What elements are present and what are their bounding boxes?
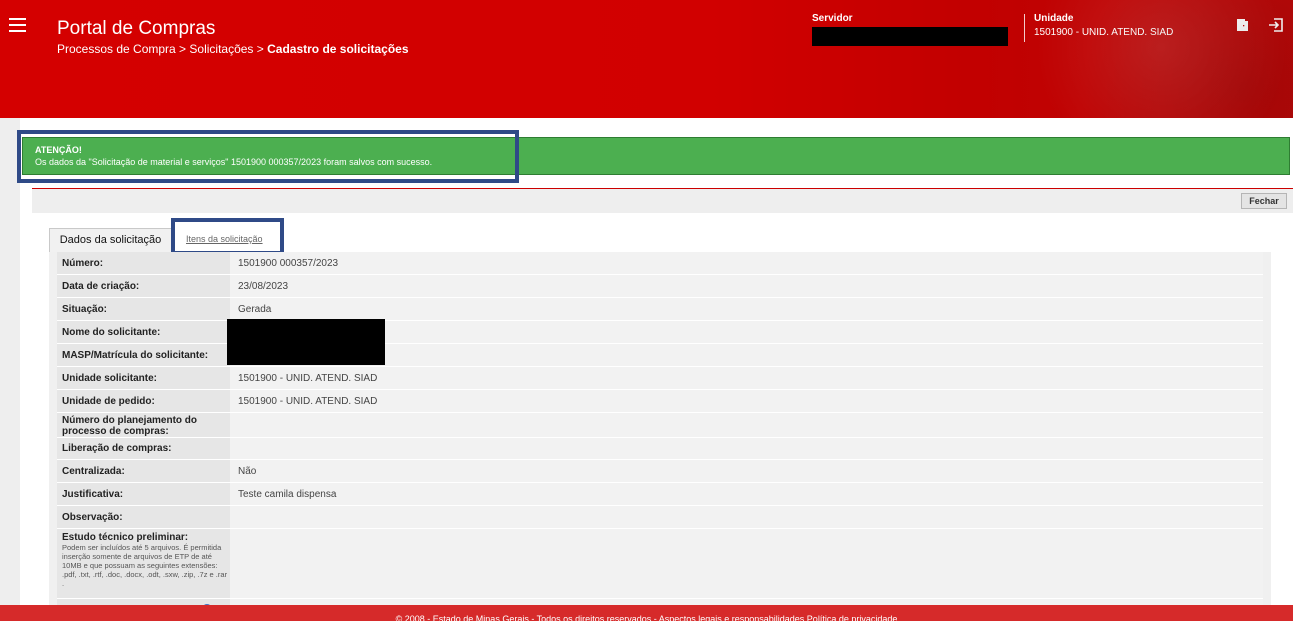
etp-label: Estudo técnico preliminar: [62, 532, 189, 543]
field-value: Não [230, 460, 1263, 482]
logout-icon[interactable] [1268, 18, 1284, 32]
etp-help-text: Podem ser incluídos até 5 arquivos. É pe… [62, 543, 228, 588]
app-title[interactable]: Portal de Compras [57, 18, 215, 40]
tab-dados-solicitacao[interactable]: Dados da solicitação [49, 228, 172, 252]
form-row-observacao: Observação: [57, 506, 1263, 529]
field-value: 1501900 - UNID. ATEND. SIAD [230, 367, 1263, 389]
left-border-strip [0, 118, 20, 605]
field-label: Data de criação: [57, 275, 230, 297]
header-divider [1024, 14, 1025, 42]
field-value: 1501900 - UNID. ATEND. SIAD [230, 390, 1263, 412]
field-label: Nome do solicitante: [57, 321, 230, 343]
field-value: Teste camila dispensa [230, 483, 1263, 505]
field-label: Liberação de compras: [57, 438, 230, 459]
field-value [230, 438, 1263, 459]
door-icon[interactable] [1235, 18, 1249, 32]
field-label: Número do planejamento do processo de co… [57, 413, 230, 437]
unidade-label: Unidade [1034, 13, 1074, 24]
close-button[interactable]: Fechar [1241, 193, 1287, 209]
tab-highlight-box [171, 218, 284, 255]
field-label: Justificativa: [57, 483, 230, 505]
field-label: Unidade solicitante: [57, 367, 230, 389]
field-label-etp: Estudo técnico preliminar: Podem ser inc… [57, 529, 230, 598]
field-label: Número: [57, 252, 230, 274]
field-value [230, 413, 1263, 437]
breadcrumb-current: Cadastro de solicitações [267, 42, 409, 56]
form-row-numero-planejamento: Número do planejamento do processo de co… [57, 413, 1263, 438]
form-row-numero: Número: 1501900 000357/2023 [57, 252, 1263, 275]
servidor-redacted-value [812, 27, 1008, 46]
alert-highlight-box [17, 130, 519, 183]
field-value: 1501900 000357/2023 [230, 252, 1263, 274]
field-label: MASP/Matrícula do solicitante: [57, 344, 230, 366]
unidade-value: 1501900 - UNID. ATEND. SIAD [1034, 27, 1174, 38]
form-panel: Número: 1501900 000357/2023 Data de cria… [49, 252, 1271, 605]
redacted-solicitante-data [227, 319, 385, 365]
hamburger-menu-icon[interactable] [9, 18, 26, 32]
field-label: Unidade de pedido: [57, 390, 230, 412]
footer: © 2008 - Estado de Minas Gerais - Todos … [0, 605, 1293, 621]
etp-upload-area[interactable] [230, 529, 1263, 598]
toolbar [32, 189, 1293, 213]
breadcrumb-path[interactable]: Processos de Compra > Solicitações > [57, 42, 267, 56]
field-value [230, 506, 1263, 528]
form-row-data-criacao: Data de criação: 23/08/2023 [57, 275, 1263, 298]
field-value: Gerada [230, 298, 1263, 320]
field-label: Situação: [57, 298, 230, 320]
top-header: Portal de Compras Processos de Compra > … [0, 0, 1293, 118]
form-row-unidade-pedido: Unidade de pedido: 1501900 - UNID. ATEND… [57, 390, 1263, 413]
form-row-centralizada: Centralizada: Não [57, 460, 1263, 483]
breadcrumb: Processos de Compra > Solicitações > Cad… [57, 42, 409, 56]
form-row-situacao: Situação: Gerada [57, 298, 1263, 321]
servidor-label: Servidor [812, 13, 853, 24]
form-row-etp: Estudo técnico preliminar: Podem ser inc… [57, 529, 1263, 599]
form-row-liberacao: Liberação de compras: [57, 438, 1263, 460]
form-row-justificativa: Justificativa: Teste camila dispensa [57, 483, 1263, 506]
field-value: 23/08/2023 [230, 275, 1263, 297]
field-label: Centralizada: [57, 460, 230, 482]
field-label: Observação: [57, 506, 230, 528]
form-row-unidade-solicitante: Unidade solicitante: 1501900 - UNID. ATE… [57, 367, 1263, 390]
